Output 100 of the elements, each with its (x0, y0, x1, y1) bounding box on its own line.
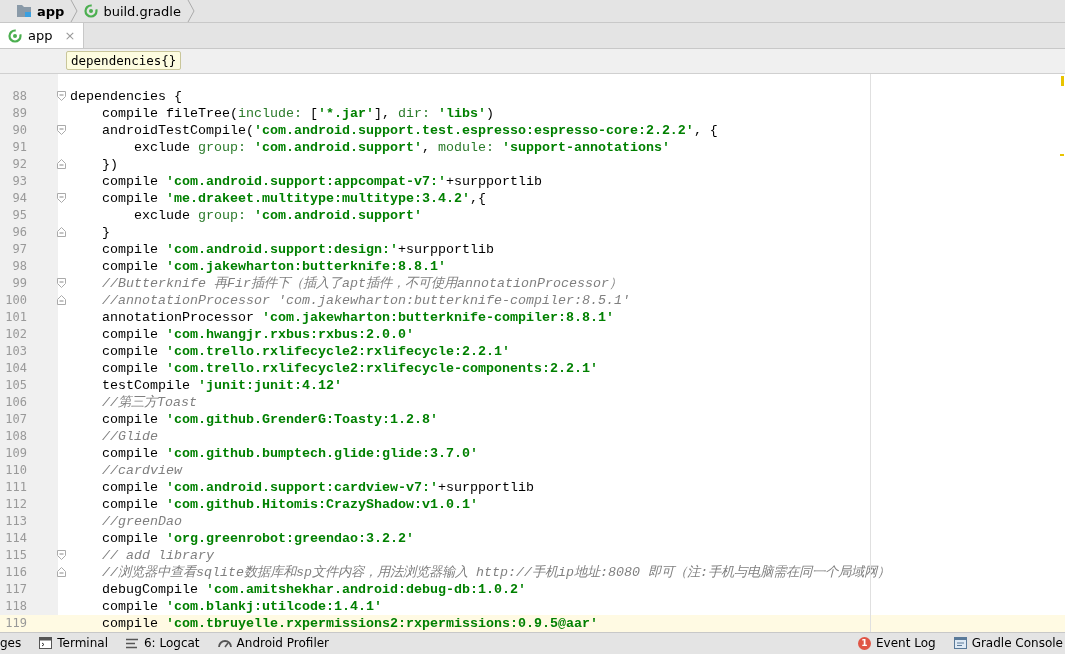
code-text: compile (102, 359, 159, 377)
line-number: 117 (4, 580, 27, 598)
fold-marker-icon[interactable] (57, 125, 66, 136)
code-text: } (102, 223, 110, 241)
code-text: compile (102, 529, 159, 547)
tool-window-button[interactable]: 1 Event Log (858, 636, 946, 651)
line-number: 97 (11, 240, 27, 258)
string-literal: 'com.trello.rxlifecycle2:rxlifecycle-components:2.2.1' (166, 359, 598, 377)
line-number: 110 (4, 461, 27, 479)
code-text: +surpportlib (397, 240, 494, 258)
fold-marker-icon[interactable] (57, 567, 66, 578)
line-number: 101 (4, 308, 27, 326)
string-literal: '*.jar' (317, 104, 374, 122)
line-number: 115 (4, 546, 27, 564)
string-literal: 'com.hwangjr.rxbus:rxbus:2.0.0' (166, 325, 414, 343)
line-number: 111 (4, 478, 27, 496)
code-text: exclude (134, 138, 191, 156)
line-number: 113 (4, 512, 27, 530)
line-number: 105 (4, 376, 27, 394)
list-icon (126, 637, 139, 649)
code-text: +surpportlib (445, 172, 542, 190)
warning-stripe-mark[interactable] (1060, 153, 1064, 156)
string-literal: 'me.drakeet.multitype:multitype:3.4.2' (166, 189, 470, 207)
notification-badge: 1 (858, 636, 871, 650)
nav-crumb[interactable]: app (10, 3, 71, 19)
fold-marker-icon[interactable] (57, 91, 66, 102)
chevron-icon (70, 0, 79, 22)
code-comment: //第三方Toast (102, 393, 197, 411)
fold-marker-icon[interactable] (57, 550, 66, 561)
line-number: 104 (4, 359, 27, 377)
line-number: 119 (4, 614, 27, 632)
named-argument: include: (238, 104, 303, 122)
code-text: compile (102, 240, 159, 258)
line-number: 109 (4, 444, 27, 462)
line-number: 95 (11, 206, 27, 224)
fold-marker-icon[interactable] (57, 278, 66, 289)
string-literal: 'com.tbruyelle.rxpermissions2:rxpermissions:0.9.5@aar' (166, 614, 598, 632)
named-argument: group: (198, 206, 247, 224)
string-literal: 'com.jakewharton:butterknife-compiler:8.8.1' (261, 308, 614, 326)
gauge-icon (217, 638, 232, 649)
string-literal: 'com.android.support.test.espresso:espresso-core:2.2.2' (253, 121, 694, 139)
line-number: 116 (4, 563, 27, 581)
code-text: , (421, 138, 431, 156)
gradle-icon (84, 4, 99, 18)
line-number: 88 (11, 87, 27, 105)
code-text: compile (102, 325, 159, 343)
fold-marker-icon[interactable] (57, 227, 66, 238)
line-number: 90 (11, 121, 27, 139)
code-text: compile (102, 189, 159, 207)
code-text: compile (102, 257, 159, 275)
tool-window-button[interactable]: Android Profiler (217, 636, 340, 651)
code-text: compile (102, 172, 159, 190)
fold-marker-icon[interactable] (57, 159, 66, 170)
terminal-icon (39, 637, 53, 650)
string-literal: 'com.android.support' (254, 206, 422, 224)
code-text: }) (102, 155, 118, 173)
code-text: +surpportlib (437, 478, 534, 496)
string-literal: 'com.github.Hitomis:CrazyShadow:v1.0.1' (166, 495, 478, 513)
code-text: compile (102, 342, 159, 360)
warning-stripe-mark[interactable] (1061, 75, 1064, 86)
line-number: 89 (11, 104, 27, 122)
tool-window-button[interactable]: 6: Logcat (126, 636, 210, 651)
line-number: 94 (11, 189, 27, 207)
line-number: 91 (11, 138, 27, 156)
code-text: compile (102, 495, 159, 513)
nav-crumb[interactable]: build.gradle (78, 3, 187, 19)
string-literal: 'com.android.support:design:' (166, 240, 398, 258)
code-comment: //Butterknife 再Fir插件下（插入了apt插件，不可使用annotationProcessor） (102, 274, 622, 292)
folder-icon (16, 4, 32, 18)
named-argument: group: (198, 138, 247, 156)
line-number: 106 (4, 393, 27, 411)
string-literal: 'support-annotations' (501, 138, 670, 156)
code-comment: // add library (102, 546, 214, 564)
code-comment: //greenDao (102, 512, 182, 530)
code-text: [ (309, 104, 318, 122)
line-number: 99 (11, 274, 27, 292)
line-number: 108 (4, 427, 27, 445)
line-number: 118 (4, 597, 27, 615)
line-number: 114 (4, 529, 27, 547)
string-literal: 'com.github.bumptech.glide:glide:3.7.0' (166, 444, 478, 462)
chevron-icon (186, 0, 195, 22)
line-number: 96 (11, 223, 27, 241)
string-literal: 'com.blankj:utilcode:1.4.1' (166, 597, 382, 615)
editor-tab[interactable]: app × (0, 23, 85, 48)
tool-window-button[interactable]: ges (0, 636, 32, 651)
string-literal: 'com.android.support:cardview-v7:' (166, 478, 438, 496)
line-number: 103 (4, 342, 27, 360)
breadcrumb-chip[interactable]: dependencies{} (66, 51, 182, 71)
line-number: 102 (4, 325, 27, 343)
tab-label: app (28, 28, 53, 43)
gradle-icon (8, 28, 22, 43)
string-literal: 'com.github.GrenderG:Toasty:1.2.8' (166, 410, 438, 428)
code-text: ,{ (469, 189, 486, 207)
code-text: , { (693, 121, 718, 139)
fold-marker-icon[interactable] (57, 295, 66, 306)
tool-window-button[interactable]: Terminal (39, 636, 118, 651)
fold-marker-icon[interactable] (57, 193, 66, 204)
tool-window-button[interactable]: Gradle Console (953, 636, 1065, 651)
code-text: annotationProcessor (102, 308, 255, 326)
string-literal: 'com.jakewharton:butterknife:8.8.1' (166, 257, 446, 275)
